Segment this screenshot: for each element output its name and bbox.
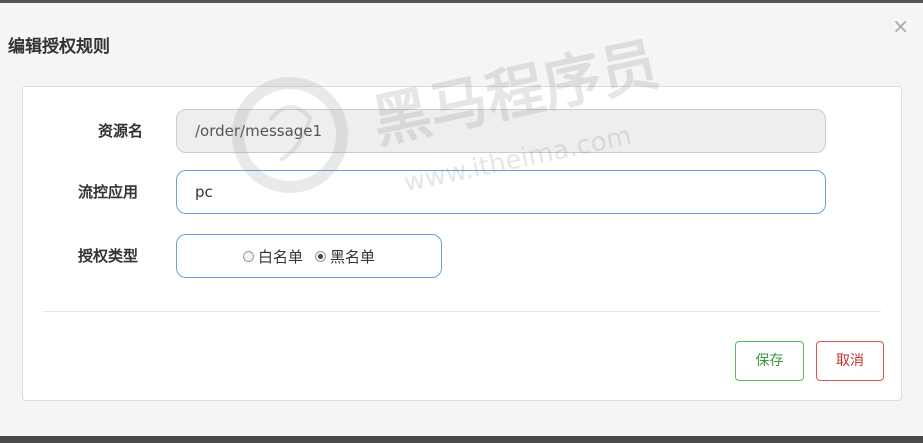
save-button[interactable]: 保存 [735, 341, 804, 381]
strategy-row: 授权类型 白名单 黑名单 [23, 234, 901, 278]
app-label: 流控应用 [77, 183, 138, 201]
radio-whitelist-label: 白名单 [257, 247, 303, 266]
dialog-title: 编辑授权规则 [8, 37, 110, 57]
close-icon[interactable]: × [892, 16, 909, 36]
resource-name-input[interactable] [176, 109, 826, 153]
app-row: 流控应用 [23, 170, 901, 214]
limit-app-input[interactable] [176, 170, 826, 214]
strategy-label: 授权类型 [77, 247, 138, 265]
strategy-radio-group: 白名单 黑名单 [176, 234, 442, 278]
resource-row: 资源名 [23, 109, 901, 153]
window-bottom-edge [0, 436, 923, 443]
form-panel: 资源名 流控应用 授权类型 白名单 黑名单 保存 取消 [22, 86, 902, 401]
footer-divider [43, 311, 881, 312]
radio-blacklist-circle[interactable] [315, 250, 326, 262]
window-top-edge [0, 0, 923, 3]
radio-whitelist-circle[interactable] [242, 250, 254, 262]
radio-blacklist[interactable]: 黑名单 [315, 246, 375, 267]
cancel-button[interactable]: 取消 [816, 341, 884, 381]
radio-blacklist-label: 黑名单 [330, 247, 376, 266]
resource-label: 资源名 [97, 122, 143, 140]
radio-whitelist[interactable]: 白名单 [242, 246, 303, 267]
